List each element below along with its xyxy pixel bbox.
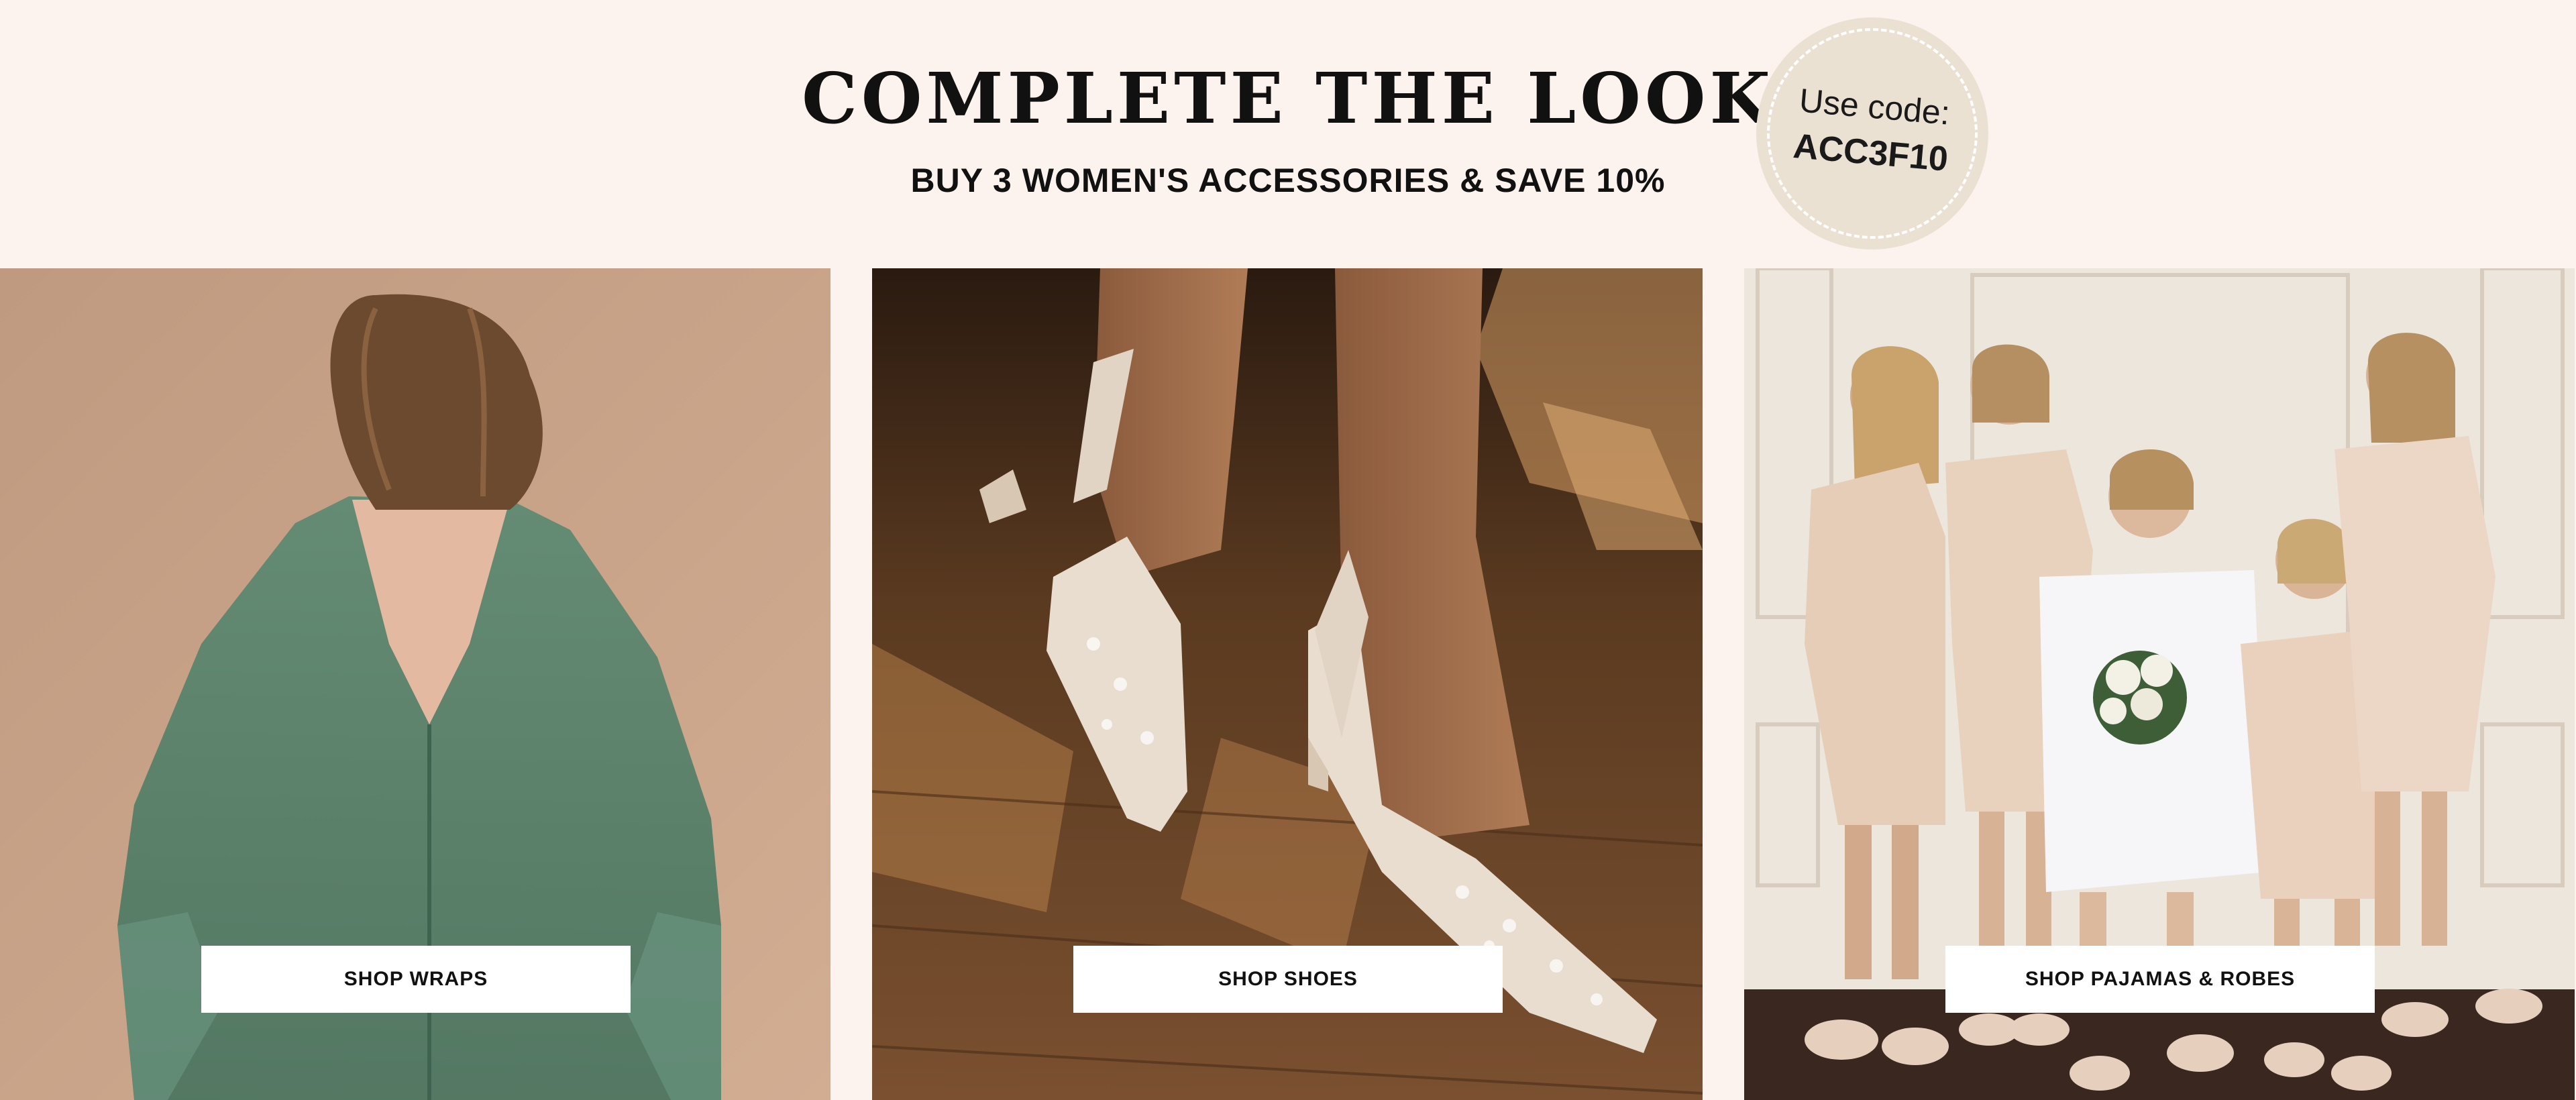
shop-pajamas-robes-button[interactable]: SHOP PAJAMAS & ROBES [1945,946,2375,1013]
page-title: COMPLETE THE LOOK [802,57,1774,140]
tile-shoes[interactable]: SHOP SHOES [872,268,1703,1100]
promo-code-badge: Use code: ACC3F10 [1746,7,1998,260]
promo-page: COMPLETE THE LOOK BUY 3 WOMEN'S ACCESSOR… [0,0,2576,1100]
tile-wraps[interactable]: SHOP WRAPS [0,268,830,1100]
tile-pajamas-robes[interactable]: SHOP PAJAMAS & ROBES [1744,268,2575,1100]
promo-header: COMPLETE THE LOOK BUY 3 WOMEN'S ACCESSOR… [0,0,2576,268]
shop-shoes-button[interactable]: SHOP SHOES [1073,946,1503,1013]
shop-wraps-button[interactable]: SHOP WRAPS [201,946,631,1013]
promo-subtitle: BUY 3 WOMEN'S ACCESSORIES & SAVE 10% [910,162,1666,199]
